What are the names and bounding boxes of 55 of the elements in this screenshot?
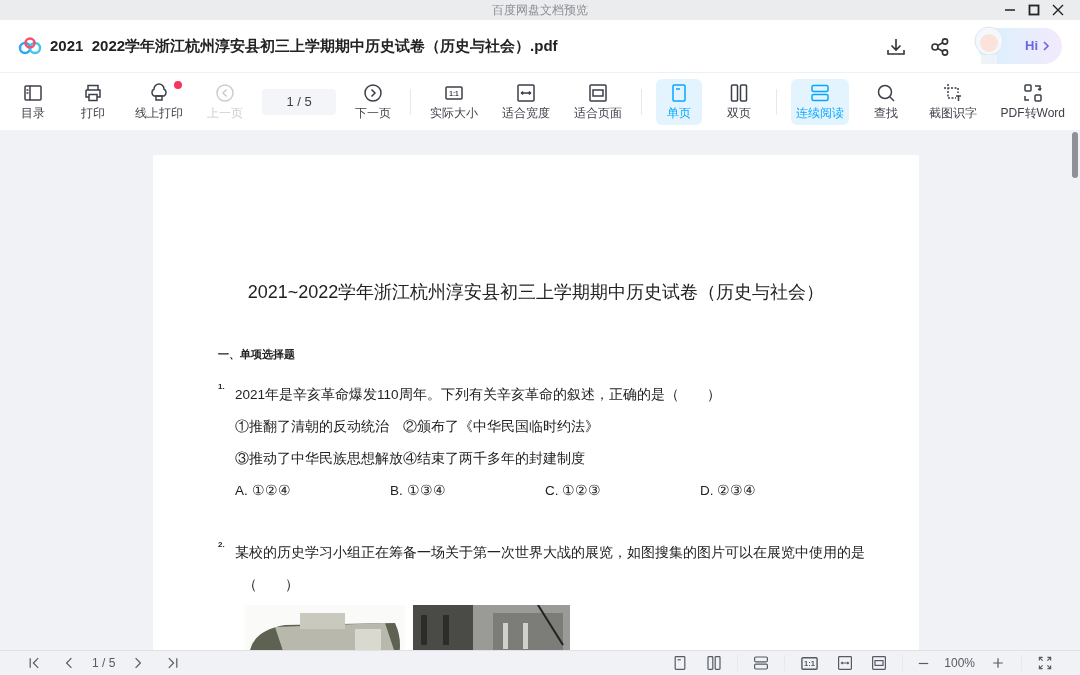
question-number: 2.: [218, 538, 226, 551]
fit-page-icon: [871, 655, 888, 671]
fit-page-icon: [588, 82, 609, 103]
toolbar-button[interactable]: PDF转Word: [995, 78, 1070, 125]
crop-icon: [942, 82, 963, 103]
answer-option: D. ②③④: [700, 474, 855, 507]
convert-icon: [1022, 82, 1043, 103]
toolbar-button[interactable]: 适合页面: [569, 78, 628, 125]
scrollbar-thumb[interactable]: [1072, 132, 1078, 178]
plus-icon: [990, 655, 1006, 671]
question-text: （ ）: [242, 575, 300, 594]
chevron-right-icon: [1042, 41, 1050, 51]
printer-icon: [83, 82, 104, 103]
share-icon: [930, 36, 950, 57]
toolbar-button[interactable]: 查找: [863, 78, 910, 125]
question-text: 某校的历史学习小组正在筹备一场关于第一次世界大战的展览，如图搜集的图片可以在展览中使用的是: [235, 543, 865, 562]
toolbar-button[interactable]: 目录: [10, 78, 56, 125]
toolbar-button[interactable]: 截图识字: [923, 78, 982, 125]
answer-option: A. ①②④: [235, 474, 390, 507]
question-number: 1.: [218, 380, 226, 393]
file-name: 2021 2022学年浙江杭州淳安县初三上学期期中历史试卷（历史与社会）.pdf: [50, 35, 558, 56]
next-icon: [363, 82, 384, 103]
question-text: ③推动了中华民族思想解放④结束了两千多年的封建制度: [235, 449, 586, 468]
answer-option: B. ①③④: [390, 474, 545, 507]
toolbar-button[interactable]: 适合宽度: [497, 78, 556, 125]
cloud-logo-icon: [18, 37, 42, 55]
question-text: 2021年是辛亥革命爆发110周年。下列有关辛亥革命的叙述，正确的是（ ）: [235, 385, 722, 404]
document-title: 2021~2022学年浙江杭州淳安县初三上学期期中历史试卷（历史与社会）: [246, 281, 826, 304]
minus-icon: [918, 660, 930, 666]
continuous-pages-icon: [810, 82, 831, 103]
section-heading: 一、单项选择题: [218, 347, 296, 362]
toolbar-button[interactable]: 打印: [70, 78, 117, 125]
download-icon: [886, 36, 906, 57]
double-page-icon: [729, 82, 750, 103]
zoom-level: 100%: [943, 655, 976, 672]
page-counter: 1 / 5: [91, 655, 117, 672]
continuous-pages-icon: [753, 655, 770, 671]
double-page-icon: [706, 655, 723, 671]
question-text: ①推翻了清朝的反动统治 ②颁布了《中华民国临时约法》: [235, 417, 600, 436]
toolbar-button[interactable]: 下一页: [350, 78, 397, 125]
search-icon: [876, 82, 897, 103]
toolbar-button[interactable]: 线上打印: [130, 78, 189, 125]
cloud-printer-icon: [149, 82, 170, 103]
fit-width-icon: [837, 655, 854, 671]
close-icon: [1052, 4, 1064, 16]
maximize-icon: [1028, 4, 1040, 16]
page-number-field[interactable]: 1 / 5: [262, 88, 337, 115]
actual-size-button[interactable]: 1:1: [791, 653, 829, 673]
window-title: 百度网盘文档预览: [492, 2, 588, 19]
previous-icon: [215, 82, 236, 103]
answer-option: C. ①②③: [545, 474, 700, 507]
fullscreen-icon: [1037, 655, 1053, 671]
sidebar-icon: [23, 82, 43, 103]
toolbar-button[interactable]: 双页: [716, 78, 763, 125]
fit-width-icon: [516, 82, 537, 103]
